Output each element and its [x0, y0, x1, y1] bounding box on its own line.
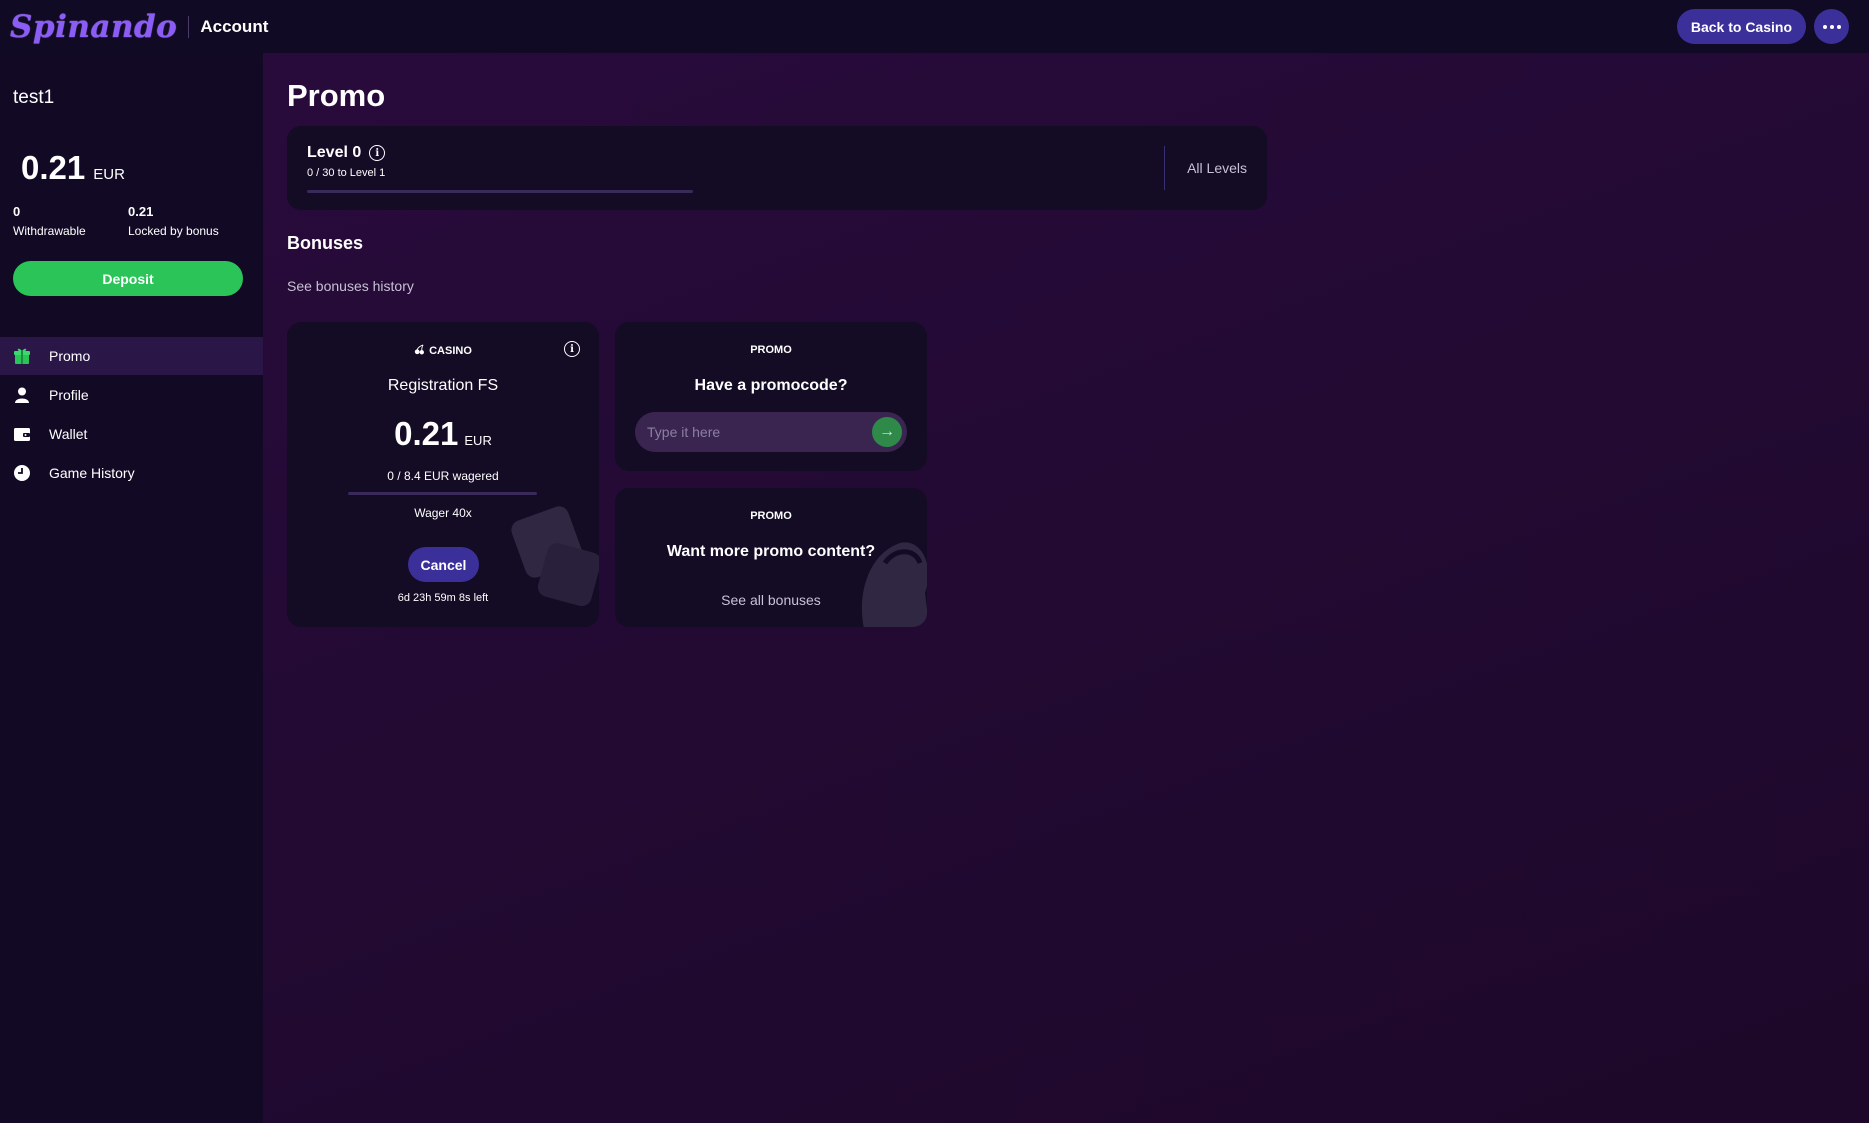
- casino-tag: CASINO: [429, 345, 472, 357]
- wager-multiplier: Wager 40x: [414, 506, 472, 520]
- withdrawable-balance: 0 Withdrawable: [13, 204, 86, 238]
- time-left: 6d 23h 59m 8s left: [397, 592, 489, 604]
- wallet-icon: [13, 425, 31, 443]
- bonus-amount-currency: EUR: [464, 433, 492, 448]
- clock-icon: [13, 464, 31, 482]
- sidebar-item-game-history[interactable]: Game History: [0, 454, 263, 492]
- card-tag: PROMO: [750, 510, 792, 522]
- header-divider: [188, 15, 190, 38]
- bonus-name: Registration FS: [387, 377, 499, 394]
- bonus-amount: 0.21 EUR: [287, 415, 599, 453]
- sidebar-item-label: Profile: [49, 387, 89, 403]
- submit-promocode-button[interactable]: →: [872, 417, 902, 447]
- withdrawable-label: Withdrawable: [13, 224, 86, 238]
- sidebar-item-wallet[interactable]: Wallet: [0, 415, 263, 453]
- top-bar-actions: Back to Casino: [1676, 9, 1849, 44]
- bonuses-history-link[interactable]: See bonuses history: [287, 278, 414, 294]
- card-tag: PROMO: [750, 344, 792, 356]
- arrow-right-icon: →: [879, 423, 895, 440]
- wagered-text: 0 / 8.4 EUR wagered: [387, 469, 499, 483]
- deposit-button[interactable]: Deposit: [13, 261, 243, 296]
- wager-progress-bar: [348, 492, 537, 495]
- page-title: Promo: [287, 78, 386, 113]
- locked-label: Locked by bonus: [128, 224, 219, 238]
- balance: 0.21 EUR: [21, 149, 125, 187]
- cancel-bonus-button[interactable]: Cancel: [408, 547, 479, 582]
- promo-content-card: PROMO Want more promo content? See all b…: [615, 488, 927, 627]
- cherries-icon: [414, 344, 425, 358]
- level-title: Level 0: [307, 144, 362, 161]
- spinando-logo[interactable]: Spinando: [10, 9, 177, 45]
- level-progress-text: 0 / 30 to Level 1: [307, 167, 386, 179]
- see-all-bonuses-link[interactable]: See all bonuses: [615, 592, 927, 608]
- sidebar-item-promo[interactable]: Promo: [0, 337, 263, 375]
- level-progress-bar: [307, 190, 693, 193]
- level-card: Level 0 i 0 / 30 to Level 1 All Levels: [287, 126, 1267, 210]
- bonuses-title: Bonuses: [287, 233, 364, 253]
- character-decoration: [861, 542, 927, 627]
- promocode-input-wrapper: →: [635, 412, 907, 452]
- sidebar-item-profile[interactable]: Profile: [0, 376, 263, 414]
- more-menu-button[interactable]: [1814, 9, 1849, 44]
- username: test1: [13, 87, 55, 108]
- promo-content-heading: Want more promo content?: [666, 543, 876, 560]
- level-divider: [1164, 146, 1165, 190]
- sidebar-item-label: Promo: [49, 348, 91, 364]
- card-tag: CASINO: [287, 344, 599, 358]
- sidebar-item-label: Game History: [49, 465, 135, 481]
- info-icon[interactable]: i: [369, 145, 386, 161]
- all-levels-link[interactable]: All Levels: [1187, 160, 1247, 176]
- bonus-amount-value: 0.21: [394, 415, 459, 452]
- gift-icon: [13, 347, 31, 365]
- level-title-row: Level 0 i: [307, 144, 386, 162]
- back-to-casino-button[interactable]: Back to Casino: [1676, 9, 1806, 44]
- promocode-card: PROMO Have a promocode? →: [615, 322, 927, 471]
- top-bar: Spinando Account Back to Casino: [0, 0, 1869, 53]
- casino-bonus-card: CASINO i Registration FS 0.21 EUR 0 / 8.…: [287, 322, 599, 627]
- promocode-heading: Have a promocode?: [694, 377, 848, 394]
- withdrawable-value: 0: [13, 204, 21, 219]
- balance-currency: EUR: [93, 166, 125, 183]
- promocode-input[interactable]: [635, 424, 872, 440]
- info-icon[interactable]: i: [564, 341, 580, 357]
- balance-amount: 0.21: [21, 149, 86, 186]
- sidebar-nav: Promo Profile Wallet Game History: [0, 337, 263, 493]
- locked-balance: 0.21 Locked by bonus: [128, 204, 219, 238]
- locked-value: 0.21: [128, 204, 154, 219]
- sidebar-item-label: Wallet: [49, 426, 88, 442]
- sidebar: test1 0.21 EUR 0 Withdrawable 0.21 Locke…: [0, 53, 263, 1123]
- section-title: Account: [200, 16, 269, 36]
- ellipsis-icon: [1822, 24, 1841, 29]
- user-icon: [13, 386, 31, 404]
